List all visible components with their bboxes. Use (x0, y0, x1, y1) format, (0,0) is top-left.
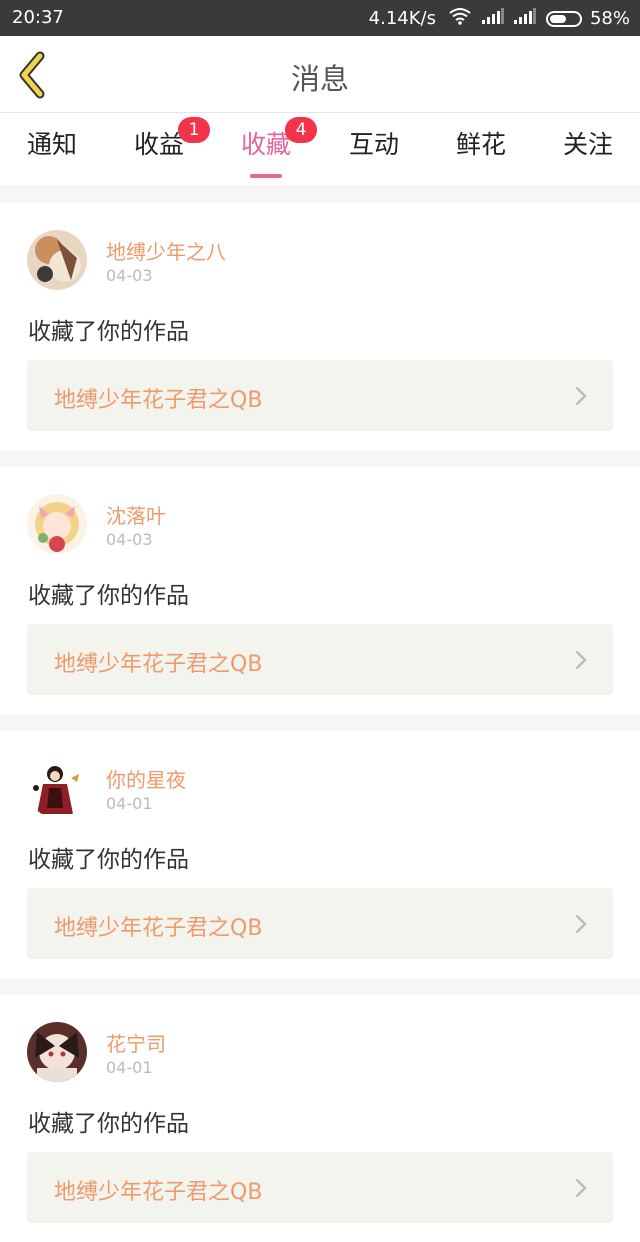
unread-badge: 1 (178, 117, 210, 143)
avatar[interactable] (27, 1022, 87, 1082)
work-link[interactable]: 地缚少年花子君之QB (27, 1152, 613, 1223)
active-tab-indicator (250, 174, 282, 178)
tab-label: 收藏 (240, 130, 291, 159)
tab-label: 互动 (348, 130, 399, 159)
avatar[interactable] (27, 758, 87, 818)
tab-label: 收益 (133, 130, 184, 159)
tab-label: 通知 (26, 130, 77, 159)
wifi-icon (448, 7, 472, 30)
activity-text: 收藏了你的作品 (28, 319, 189, 345)
avatar[interactable] (27, 230, 87, 290)
navigation-bar: 消息 (0, 36, 640, 113)
signal-icon (513, 8, 536, 29)
unread-badge: 4 (285, 117, 317, 143)
timestamp: 04-01 (106, 1058, 153, 1077)
tab-favorites[interactable]: 收藏 4 (216, 117, 317, 178)
username[interactable]: 地缚少年之八 (106, 236, 226, 265)
tab-earnings[interactable]: 收益 1 (109, 117, 210, 175)
battery-percent: 58% (589, 8, 630, 29)
list-item: 地缚少年之八 04-03 收藏了你的作品 地缚少年花子君之QB (0, 203, 640, 450)
timestamp: 04-03 (106, 530, 153, 549)
timestamp: 04-03 (106, 266, 153, 285)
work-link[interactable]: 地缚少年花子君之QB (27, 624, 613, 695)
status-right-group: 4.14K/s 58% (369, 7, 630, 30)
work-link[interactable]: 地缚少年花子君之QB (27, 888, 613, 959)
work-title: 地缚少年花子君之QB (54, 1180, 263, 1205)
username[interactable]: 你的星夜 (106, 764, 186, 793)
activity-text: 收藏了你的作品 (28, 583, 189, 609)
tab-notifications[interactable]: 通知 (2, 125, 102, 175)
chevron-right-icon (575, 1178, 587, 1198)
work-link[interactable]: 地缚少年花子君之QB (27, 360, 613, 431)
status-bar: 20:37 4.14K/s 58% (0, 0, 640, 36)
work-title: 地缚少年花子君之QB (54, 388, 263, 413)
chevron-right-icon (575, 914, 587, 934)
work-title: 地缚少年花子君之QB (54, 652, 263, 677)
chevron-right-icon (575, 650, 587, 670)
tab-following[interactable]: 关注 (538, 125, 638, 175)
timestamp: 04-01 (106, 794, 153, 813)
signal-icon (481, 8, 504, 29)
tab-flowers[interactable]: 鲜花 (431, 125, 531, 175)
list-item: 花宁司 04-01 收藏了你的作品 地缚少年花子君之QB (0, 995, 640, 1242)
username[interactable]: 花宁司 (106, 1028, 166, 1057)
battery-icon (545, 10, 582, 27)
chevron-right-icon (575, 386, 587, 406)
list-item: 你的星夜 04-01 收藏了你的作品 地缚少年花子君之QB (0, 731, 640, 978)
username[interactable]: 沈落叶 (106, 500, 166, 529)
list-item: 沈落叶 04-03 收藏了你的作品 地缚少年花子君之QB (0, 467, 640, 714)
tab-interactions[interactable]: 互动 (324, 125, 424, 175)
tab-label: 关注 (562, 130, 613, 159)
activity-text: 收藏了你的作品 (28, 1111, 189, 1137)
message-tabs: 通知 收益 1 收藏 4 互动 鲜花 关注 (0, 113, 640, 185)
work-title: 地缚少年花子君之QB (54, 916, 263, 941)
net-speed: 4.14K/s (368, 8, 436, 29)
page-title: 消息 (290, 62, 349, 96)
activity-text: 收藏了你的作品 (28, 847, 189, 873)
status-time: 20:37 (12, 7, 64, 28)
avatar[interactable] (27, 494, 87, 554)
tab-label: 鲜花 (455, 130, 506, 159)
